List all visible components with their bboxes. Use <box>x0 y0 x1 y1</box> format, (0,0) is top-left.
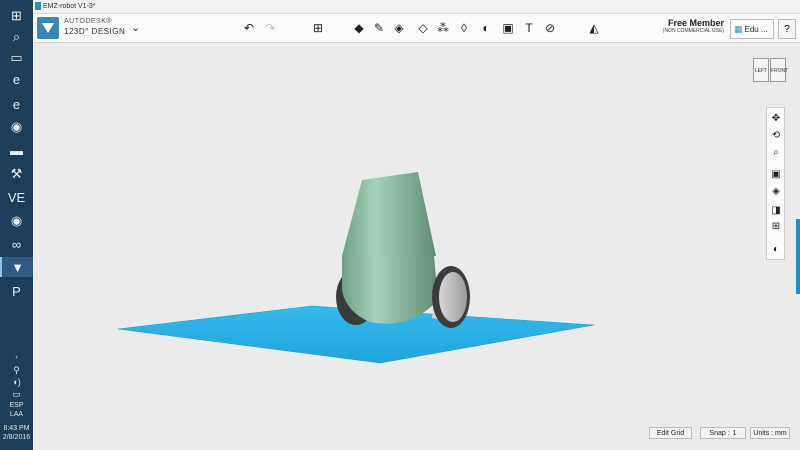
edit-grid-button[interactable]: Edit Grid <box>649 427 692 439</box>
navigation-bar: ✥ ⟲ ⌕ ▣ ◈ ◨ ⊞ ◐ <box>766 107 785 260</box>
fit-view-icon[interactable]: ▣ <box>768 167 784 181</box>
snap-label: Snap : <box>709 429 730 437</box>
pan-icon[interactable]: ✥ <box>768 111 784 125</box>
snap-value[interactable]: 1 <box>733 430 737 437</box>
view-mode-icon[interactable]: ◈ <box>768 184 784 198</box>
zoom-icon[interactable]: ⌕ <box>768 145 784 159</box>
view-cube-left[interactable]: LEFT <box>753 58 769 82</box>
snap-control[interactable]: Snap : 1 <box>700 427 746 439</box>
units-button[interactable]: Units : mm <box>750 427 790 439</box>
view-cube[interactable]: LEFT FRONT <box>753 56 788 86</box>
body-cone <box>342 172 436 256</box>
view-cube-front[interactable]: FRONT <box>770 58 788 82</box>
orbit-icon[interactable]: ⟲ <box>768 128 784 142</box>
grid-settings-icon[interactable]: ⊞ <box>768 219 784 233</box>
3d-scene <box>117 172 595 364</box>
visibility-icon[interactable]: ◨ <box>768 203 784 217</box>
side-panel-handle[interactable] <box>796 219 800 294</box>
front-wheel-face <box>439 272 467 322</box>
material-view-icon[interactable]: ◐ <box>768 242 784 256</box>
